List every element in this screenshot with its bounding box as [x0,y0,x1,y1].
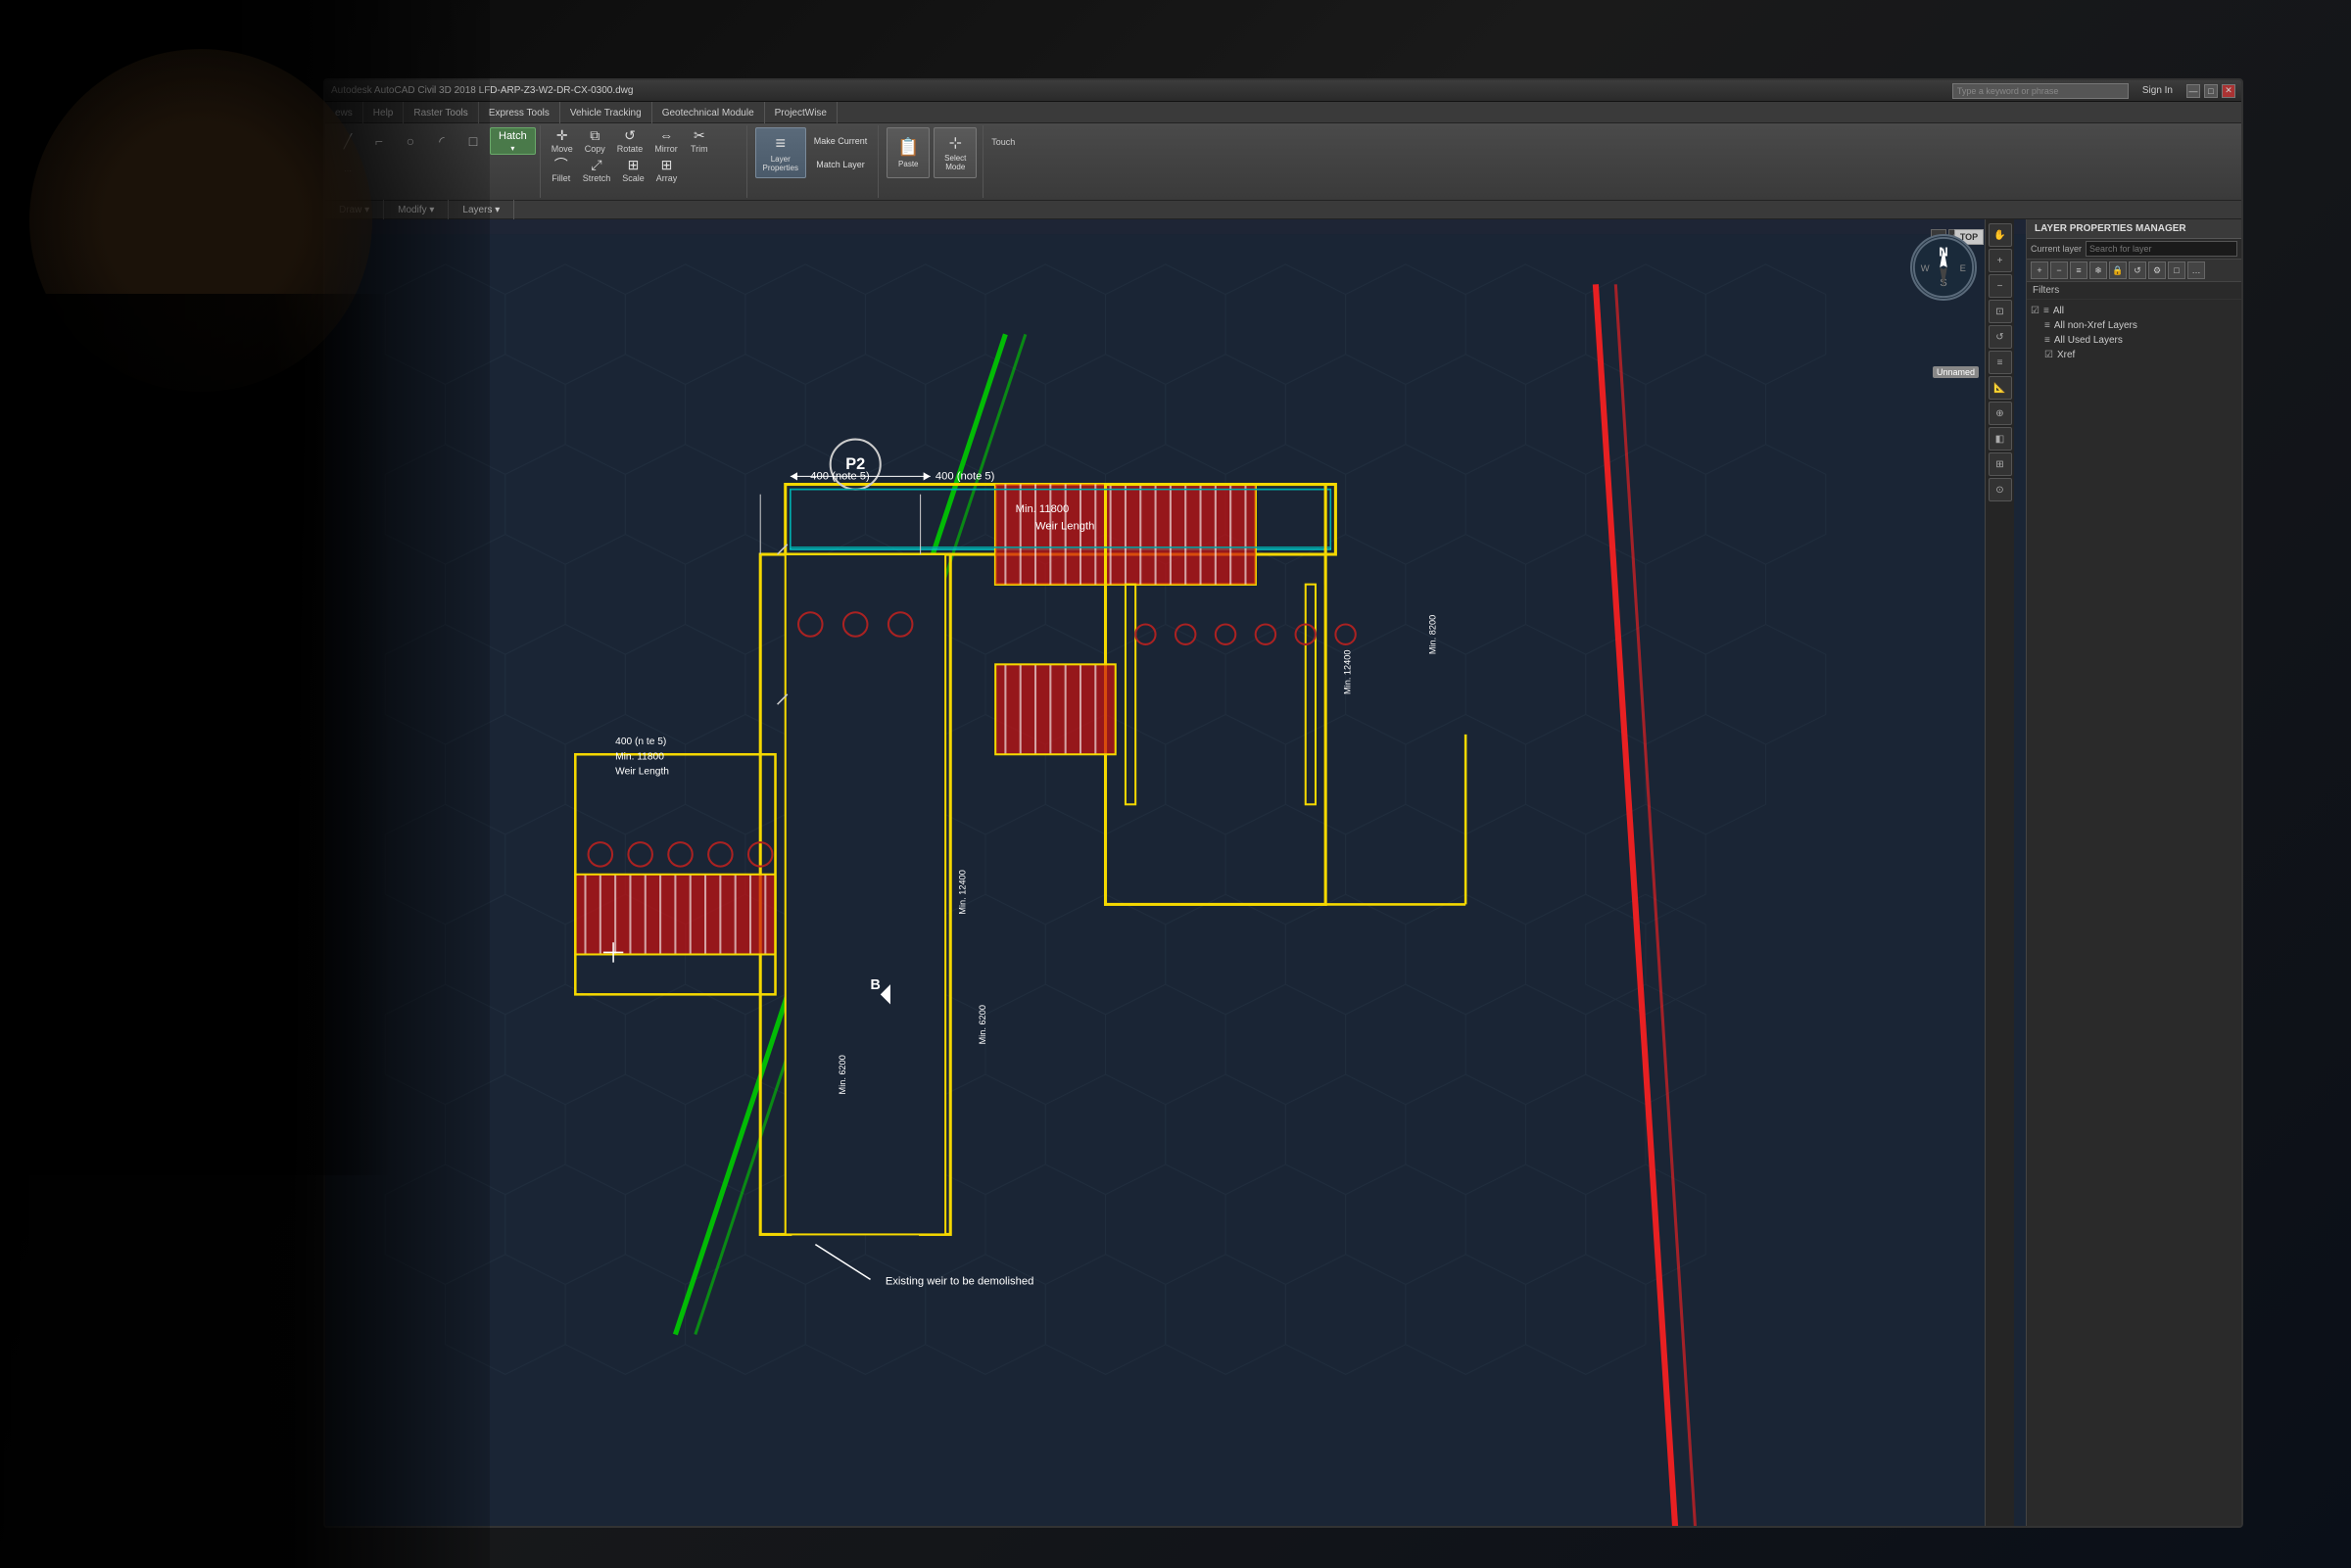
tool-measure[interactable]: 📐 [1989,376,2012,400]
paste-button[interactable]: 📋 Paste [887,127,930,178]
misc-draw-1[interactable]: ··· [333,157,362,184]
ribbon-label-modify[interactable]: Modify ▾ [384,200,449,219]
tool-layer-toggle[interactable]: ◧ [1989,427,2012,451]
unnamed-tag: Unnamed [1933,366,1979,378]
svg-text:Min. 11800: Min. 11800 [1016,503,1070,515]
layer-refresh-button[interactable]: ↺ [2129,261,2146,279]
panel-toolbar: + − ≡ ❄ 🔒 ↺ ⚙ □ … [2027,260,2241,282]
compass-circle: N S W E [1910,234,1977,301]
layer-properties-button-2[interactable]: ≡ [2070,261,2087,279]
monitor-screen: Autodesk AutoCAD Civil 3D 2018 LFD-ARP-Z… [323,78,2243,1528]
filters-label: Filters [2027,282,2241,300]
svg-text:Min. 12400: Min. 12400 [958,870,968,914]
tool-strip: ✋ + − ⊡ ↺ ≡ 📐 ⊕ ◧ ⊞ ⊙ [1985,219,2014,1528]
tab-geotechnical[interactable]: Geotechnical Module [652,102,765,123]
select-mode-button[interactable]: ⊹ Select Mode [934,127,977,178]
ribbon-label-draw[interactable]: Draw ▾ [325,200,384,219]
line-button[interactable]: ╱ [333,127,362,155]
layer-settings-button[interactable]: ⚙ [2148,261,2166,279]
layer-view-button[interactable]: □ [2168,261,2185,279]
mirror-button[interactable]: ⇔ Mirror [649,127,683,155]
ribbon-labels-row: Draw ▾ Modify ▾ Layers ▾ [325,200,2241,219]
title-bar: Autodesk AutoCAD Civil 3D 2018 LFD-ARP-Z… [325,80,2241,102]
svg-text:W: W [1921,262,1930,273]
close-button[interactable]: ✕ [2222,84,2235,98]
tab-express-tools[interactable]: Express Tools [479,102,560,123]
layer-non-xref[interactable]: ≡ All non-Xref Layers [2031,318,2237,333]
rectangle-button[interactable]: □ [458,127,488,155]
layer-freeze-button[interactable]: ❄ [2089,261,2107,279]
svg-text:Min. 11800: Min. 11800 [615,751,664,762]
copy-button[interactable]: ⧉ Copy [580,127,610,155]
maximize-button[interactable]: □ [2204,84,2218,98]
svg-text:Min. 8200: Min. 8200 [1428,615,1438,654]
polyline-button[interactable]: ⌐ [364,127,394,155]
tool-snap[interactable]: ⊕ [1989,402,2012,425]
window-controls: — □ ✕ [2186,84,2235,98]
scale-button[interactable]: ⊞ Scale [617,157,649,184]
minimize-button[interactable]: — [2186,84,2200,98]
cad-viewport[interactable]: P2 Min. 11800 Weir Length 400 (note 5) 4… [325,219,2026,1528]
svg-text:B: B [871,977,881,993]
tab-raster-tools[interactable]: Raster Tools [404,102,478,123]
fillet-button[interactable]: ⌒ Fillet [547,157,576,184]
make-current-button[interactable]: Make Current [809,130,873,152]
layer-lock-button[interactable]: 🔒 [2109,261,2127,279]
background: Autodesk AutoCAD Civil 3D 2018 LFD-ARP-Z… [0,0,2351,1568]
layer-xref[interactable]: ☑ Xref [2031,348,2237,362]
svg-text:Min. 6200: Min. 6200 [978,1005,987,1044]
svg-text:Min. 6200: Min. 6200 [838,1055,847,1094]
tab-projectwise[interactable]: ProjectWise [765,102,838,123]
tool-zoom-out[interactable]: − [1989,274,2012,298]
tool-view-options[interactable]: ⊞ [1989,452,2012,476]
tool-properties[interactable]: ≡ [1989,351,2012,374]
stretch-button[interactable]: ⤢ Stretch [578,157,616,184]
svg-text:Weir Length: Weir Length [615,767,669,778]
layer-properties-panel: LAYER PROPERTIES MANAGER Current layer +… [2026,219,2241,1528]
delete-layer-button[interactable]: − [2050,261,2068,279]
tool-rotate-view[interactable]: ↺ [1989,325,2012,349]
tab-ews[interactable]: ews [325,102,363,123]
layer-tree: ☑ ≡ All ≡ All non-Xref Layers ≡ All Used… [2027,300,2241,1528]
cad-drawing: P2 Min. 11800 Weir Length 400 (note 5) 4… [325,219,2026,1528]
rotate-button[interactable]: ↺ Rotate [612,127,648,155]
layer-properties-button[interactable]: ≡ Layer Properties [755,127,806,178]
search-placeholder: Type a keyword or phrase [1957,86,2059,96]
panel-title: LAYER PROPERTIES MANAGER [2027,219,2241,239]
panel-search-row: Current layer [2027,239,2241,260]
app-title: Autodesk AutoCAD Civil 3D 2018 LFD-ARP-Z… [331,85,1946,96]
current-layer-label: Current layer [2031,244,2082,254]
ribbon-tab-bar: ews Help Raster Tools Express Tools Vehi… [325,102,2241,123]
tool-zoom-in[interactable]: + [1989,249,2012,272]
layer-all[interactable]: ☑ ≡ All [2031,304,2237,318]
array-button[interactable]: ⊞ Array [651,157,683,184]
main-content-area: P2 Min. 11800 Weir Length 400 (note 5) 4… [325,219,2241,1528]
svg-text:400 (n te 5): 400 (n te 5) [615,736,666,747]
circle-button[interactable]: ○ [396,127,425,155]
svg-text:E: E [1960,262,1966,273]
arc-button[interactable]: ◜ [427,127,456,155]
svg-text:Min. 12400: Min. 12400 [1343,650,1353,694]
compass-widget[interactable]: TOP N S W E [1910,234,1979,303]
svg-text:Weir Length: Weir Length [1035,520,1094,532]
tool-zoom-extents[interactable]: ⊡ [1989,300,2012,323]
new-layer-button[interactable]: + [2031,261,2048,279]
match-layer-button[interactable]: Match Layer [809,154,873,175]
layer-more-button[interactable]: … [2187,261,2205,279]
trim-button[interactable]: ✂ Trim [685,127,714,155]
ribbon-content: ╱ ⌐ ○ ◜ □ Hatch ▾ [325,123,2241,200]
ribbon-label-layers[interactable]: Layers ▾ [449,200,514,219]
tool-orbit[interactable]: ⊙ [1989,478,2012,501]
svg-text:Existing weir to be demolished: Existing weir to be demolished [886,1275,1034,1287]
layer-search-input[interactable] [2086,241,2237,257]
hatch-button[interactable]: Hatch ▾ [490,127,536,155]
move-button[interactable]: ✛ Move [547,127,578,155]
svg-text:400 (note 5): 400 (note 5) [936,470,995,482]
tool-pan[interactable]: ✋ [1989,223,2012,247]
layer-used[interactable]: ≡ All Used Layers [2031,333,2237,348]
tab-vehicle-tracking[interactable]: Vehicle Tracking [560,102,652,123]
tab-help[interactable]: Help [363,102,405,123]
sign-in-link[interactable]: Sign In [2142,85,2173,96]
search-box[interactable]: Type a keyword or phrase [1952,83,2129,99]
